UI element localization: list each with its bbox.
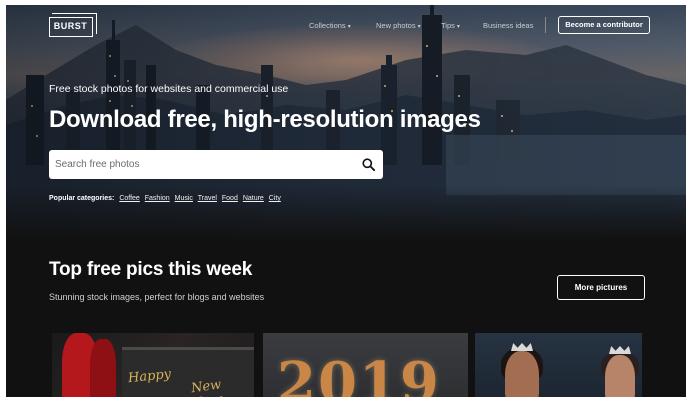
nav-business-ideas-label: Business ideas bbox=[483, 21, 534, 30]
nav-business-ideas[interactable]: Business ideas bbox=[483, 21, 533, 30]
nav-new-photos[interactable]: New photos ▾ bbox=[376, 21, 421, 30]
nav-collections[interactable]: Collections ▾ bbox=[309, 21, 351, 30]
section-subtitle: Stunning stock images, perfect for blogs… bbox=[49, 292, 265, 302]
popular-categories-label: Popular categories: bbox=[49, 195, 115, 202]
section-title: Top free pics this week bbox=[49, 259, 253, 280]
chevron-down-icon: ▾ bbox=[417, 24, 421, 30]
category-link-food[interactable]: Food bbox=[222, 195, 238, 202]
nav-tips-label: Tips bbox=[441, 21, 455, 30]
chevron-down-icon: ▾ bbox=[347, 24, 351, 30]
hero-headline: Download free, high-resolution images bbox=[49, 106, 481, 133]
popular-categories: Popular categories: Coffee Fashion Music… bbox=[49, 195, 284, 202]
chevron-down-icon: ▾ bbox=[456, 24, 460, 30]
category-link-travel[interactable]: Travel bbox=[198, 195, 217, 202]
logo-text: BURST bbox=[53, 21, 88, 31]
search-icon[interactable] bbox=[362, 158, 375, 171]
nav-tips[interactable]: Tips ▾ bbox=[441, 21, 460, 30]
new-year-party-photo[interactable]: Happy New Year bbox=[52, 333, 254, 397]
category-link-fashion[interactable]: Fashion bbox=[145, 195, 170, 202]
category-link-music[interactable]: Music bbox=[175, 195, 193, 202]
balloons-2019-text: 2019 bbox=[277, 350, 441, 397]
more-pictures-button[interactable]: More pictures bbox=[557, 275, 645, 300]
2019-balloons-photo[interactable]: 2019 bbox=[263, 333, 468, 397]
nav-new-photos-label: New photos bbox=[376, 21, 416, 30]
category-link-nature[interactable]: Nature bbox=[243, 195, 264, 202]
become-contributor-button[interactable]: Become a contributor bbox=[558, 16, 650, 34]
nav-divider bbox=[545, 17, 546, 33]
nav-collections-label: Collections bbox=[309, 21, 346, 30]
search-box bbox=[49, 150, 383, 179]
category-link-coffee[interactable]: Coffee bbox=[119, 195, 140, 202]
women-with-crowns-photo[interactable] bbox=[475, 333, 642, 397]
search-input[interactable] bbox=[49, 150, 349, 179]
page: BURST Collections ▾ New photos ▾ Tips ▾ Bus… bbox=[6, 5, 686, 397]
hero-tagline: Free stock photos for websites and comme… bbox=[49, 83, 289, 95]
burst-logo[interactable]: BURST bbox=[49, 13, 97, 37]
category-link-city[interactable]: City bbox=[269, 195, 281, 202]
